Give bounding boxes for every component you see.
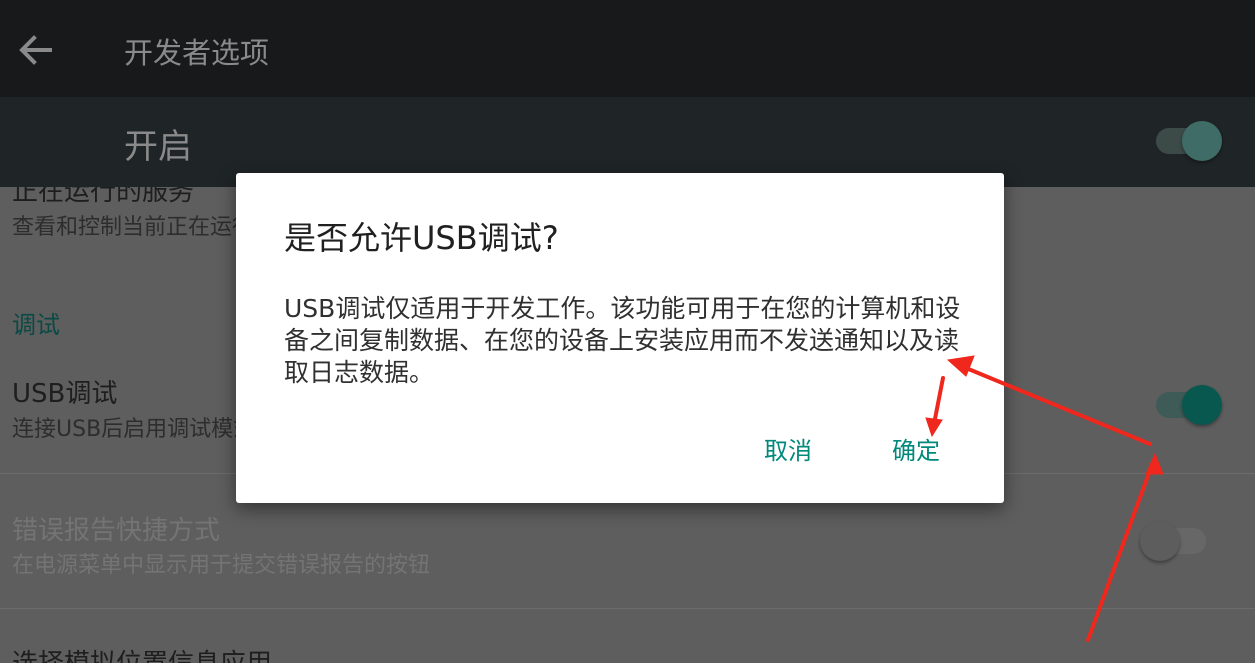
usb-debug-title: USB调试 [12,379,118,409]
debug-section-header: 调试 [12,311,60,339]
cancel-button[interactable]: 取消 [764,431,812,466]
usb-debug-subtitle: 连接USB后启用调试模式 [12,417,256,442]
usb-debug-toggle-thumb [1182,385,1222,425]
bug-report-toggle[interactable] [1140,519,1206,563]
master-switch-label: 开启 [124,127,192,167]
arrow-back-icon[interactable] [14,28,58,72]
ok-button[interactable]: 确定 [892,431,940,466]
app-bar: 开发者选项 [0,0,1255,97]
master-toggle[interactable] [1156,119,1222,163]
dialog-title: 是否允许USB调试? [284,219,559,257]
usb-debug-toggle[interactable] [1156,383,1222,427]
bug-report-title: 错误报告快捷方式 [12,516,221,546]
master-toggle-thumb [1182,121,1222,161]
mock-location-title: 选择模拟位置信息应用 [12,643,272,663]
bug-report-subtitle: 在电源菜单中显示用于提交错误报告的按钮 [12,553,431,578]
usb-debug-dialog: 是否允许USB调试? USB调试仅适用于开发工作。该功能可用于在您的计算机和设备… [236,173,1004,503]
dialog-message: USB调试仅适用于开发工作。该功能可用于在您的计算机和设备之间复制数据、在您的设… [284,294,961,387]
page-title: 开发者选项 [124,36,270,70]
bug-report-toggle-thumb [1140,521,1180,561]
divider [0,608,1255,609]
running-services-title: 正在运行的服务 [12,187,195,207]
